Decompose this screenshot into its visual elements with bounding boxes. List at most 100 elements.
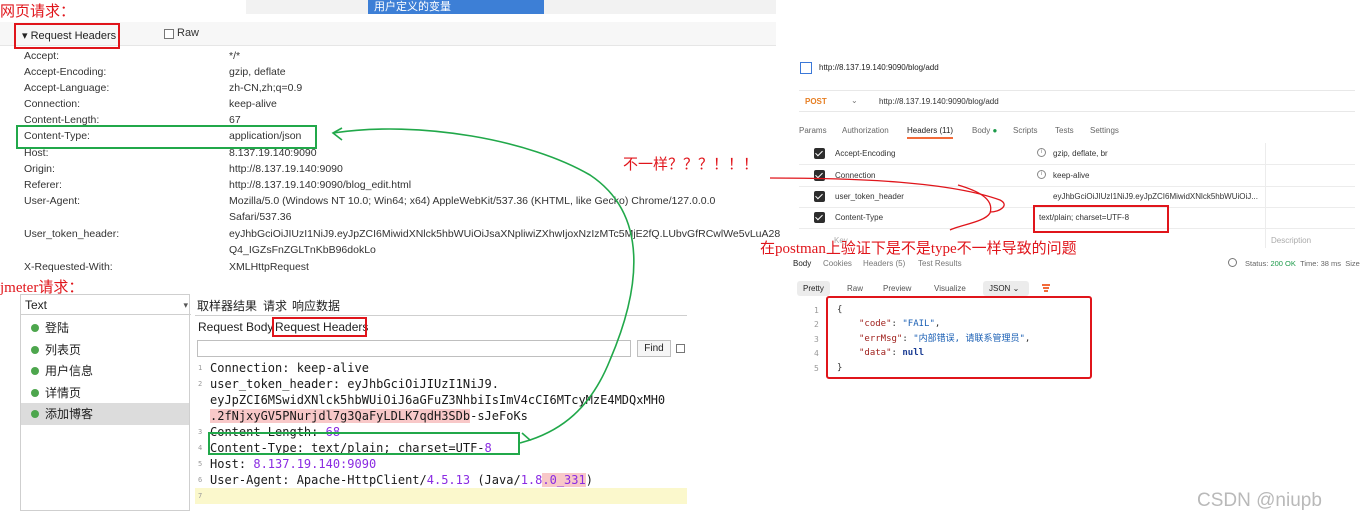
- header-value: eyJhbGciOiJIUzI1NiJ9.eyJpZCI6MiwidXNlck5…: [229, 228, 781, 240]
- tab-tests[interactable]: Tests: [1055, 126, 1074, 135]
- line-number: 2: [198, 380, 203, 388]
- line-number: 5: [198, 460, 203, 468]
- header-value: XMLHttpRequest: [229, 261, 309, 273]
- header-key: User_token_header:: [24, 228, 120, 240]
- method-select[interactable]: POST: [805, 97, 827, 106]
- header-enabled-checkbox[interactable]: [814, 191, 825, 202]
- tab-request[interactable]: 请求: [263, 297, 287, 314]
- line-number: 2: [814, 320, 819, 329]
- info-icon[interactable]: i: [1037, 170, 1046, 179]
- code-text: .2fNjxyGV5PNurjdl7g3QaFyLDLK7qdH3SDb-sJe…: [210, 408, 528, 424]
- success-icon: [31, 367, 39, 375]
- tree-item-list-page[interactable]: 列表页: [21, 339, 189, 361]
- tab-sampler-result[interactable]: 取样器结果: [197, 297, 257, 314]
- tree-item-label: 用户信息: [45, 364, 94, 378]
- tree-item-user-info[interactable]: 用户信息: [21, 360, 189, 382]
- subtab-request-body[interactable]: Request Body: [198, 320, 273, 334]
- raw-button[interactable]: Raw: [841, 281, 869, 296]
- header-value: gzip, deflate: [229, 66, 286, 78]
- request-title[interactable]: http://8.137.19.140:9090/blog/add: [819, 63, 939, 72]
- header-key[interactable]: user_token_header: [835, 192, 904, 201]
- header-key[interactable]: Accept-Encoding: [835, 149, 895, 158]
- header-value: keep-alive: [229, 98, 277, 110]
- tree-item-login[interactable]: 登陆: [21, 317, 189, 339]
- tree-item-label: 列表页: [45, 343, 82, 357]
- code-text: Host: 8.137.19.140:9090: [210, 456, 376, 472]
- header-enabled-checkbox[interactable]: [814, 170, 825, 181]
- code-text: eyJpZCI6MSwidXNlck5hbWUiOiJ6aGFuZ3NhbiIs…: [210, 393, 666, 407]
- code-number: 1.8: [520, 473, 543, 487]
- header-value: http://8.137.19.140:9090/blog_edit.html: [229, 179, 412, 191]
- web-request-annotation: 网页请求：: [0, 4, 76, 20]
- header-enabled-checkbox[interactable]: [814, 148, 825, 159]
- pretty-button[interactable]: Pretty: [797, 281, 830, 296]
- tab-response-data[interactable]: 响应数据: [292, 297, 340, 314]
- jmeter-request-panel: 取样器结果 请求 响应数据 Request Body Request Heade…: [195, 294, 687, 511]
- tree-item-detail-page[interactable]: 详情页: [21, 382, 189, 404]
- line-number: 3: [814, 335, 819, 344]
- search-input[interactable]: [197, 340, 631, 357]
- code-key: Host:: [210, 457, 254, 471]
- jmeter-result-tree: Text ▾ 登陆 列表页 用户信息 详情页 添加博客: [20, 294, 191, 511]
- tab-response-headers[interactable]: Headers (5): [863, 259, 905, 268]
- header-value[interactable]: eyJhbGciOiJIUzI1NiJ9.eyJpZCI6MiwidXNlck5…: [1053, 192, 1258, 201]
- tab-cookies[interactable]: Cookies: [823, 259, 852, 268]
- header-enabled-checkbox[interactable]: [814, 212, 825, 223]
- line-number: 7: [198, 492, 203, 500]
- format-select[interactable]: JSON ⌄: [983, 281, 1029, 296]
- raw-checkbox[interactable]: [164, 29, 174, 39]
- tab-params[interactable]: Params: [799, 126, 827, 135]
- url-input[interactable]: http://8.137.19.140:9090/blog/add: [879, 97, 999, 106]
- code-text: User-Agent: Apache-HttpClient/4.5.13 (Ja…: [210, 472, 593, 488]
- watermark: CSDN @niupb: [1197, 490, 1322, 511]
- line-number: 5: [814, 364, 819, 373]
- header-key: Origin:: [24, 163, 55, 175]
- visualize-button[interactable]: Visualize: [928, 281, 972, 296]
- header-value[interactable]: keep-alive: [1053, 171, 1089, 180]
- case-sensitive-checkbox[interactable]: [676, 344, 685, 353]
- header-key[interactable]: Connection: [835, 171, 875, 180]
- code-key: User-Agent: Apache-HttpClient/: [210, 473, 427, 487]
- chevron-down-icon: ⌄: [1012, 284, 1020, 293]
- renderer-select[interactable]: Text ▾: [21, 295, 191, 315]
- header-key: User-Agent:: [24, 195, 81, 207]
- filter-icon[interactable]: [1039, 282, 1053, 295]
- request-url-bar: POST ⌄ http://8.137.19.140:9090/blog/add: [799, 90, 1355, 112]
- globe-icon[interactable]: [1228, 258, 1237, 267]
- tab-body[interactable]: Body ●: [972, 126, 997, 135]
- header-key[interactable]: Content-Type: [835, 213, 883, 222]
- response-size: Size: [1345, 259, 1360, 268]
- code-text: Connection: keep-alive: [210, 361, 369, 375]
- header-key: X-Requested-With:: [24, 261, 113, 273]
- header-row: Connection i keep-alive: [799, 166, 1355, 187]
- format-select-value: JSON: [989, 284, 1011, 293]
- info-icon[interactable]: i: [1037, 148, 1046, 157]
- header-key: Accept:: [24, 50, 60, 62]
- description-placeholder[interactable]: Description: [1271, 236, 1311, 245]
- code-highlight: .2fNjxyGV5PNurjdl7g3QaFyLDLK7qdH3SDb: [210, 409, 471, 423]
- content-type-highlight-box: [16, 125, 317, 149]
- tab-scripts[interactable]: Scripts: [1013, 126, 1037, 135]
- header-key: Connection:: [24, 98, 81, 110]
- tab-response-body[interactable]: Body: [793, 259, 811, 268]
- header-value[interactable]: gzip, deflate, br: [1053, 149, 1108, 158]
- preview-button[interactable]: Preview: [877, 281, 917, 296]
- find-button[interactable]: Find: [637, 340, 671, 357]
- response-highlight-box: [826, 296, 1092, 379]
- tab-settings[interactable]: Settings: [1090, 126, 1119, 135]
- user-defined-variables-tab[interactable]: 用户定义的变量: [368, 0, 544, 14]
- tab-test-results[interactable]: Test Results: [918, 259, 962, 268]
- request-headers-toggle[interactable]: ▾ Request Headers: [14, 23, 120, 49]
- code-line: 1 Connection: keep-alive: [195, 360, 687, 376]
- header-key: Referer:: [24, 179, 62, 191]
- success-icon: [31, 389, 39, 397]
- tab-authorization[interactable]: Authorization: [842, 126, 889, 135]
- header-value: Mozilla/5.0 (Windows NT 10.0; Win64; x64…: [229, 195, 716, 207]
- code-line: 6 User-Agent: Apache-HttpClient/4.5.13 (J…: [195, 472, 687, 488]
- tab-headers[interactable]: Headers (11): [907, 126, 954, 139]
- header-value: Q4_IGZsFnZGLTnKbB96dokLo: [229, 244, 376, 256]
- code-line: 2 user_token_header: eyJhbGciOiJIUzI1NiJ9…: [195, 376, 687, 392]
- tree-item-add-blog[interactable]: 添加博客: [21, 403, 189, 425]
- raw-label: Raw: [177, 27, 200, 39]
- line-number: 1: [814, 306, 819, 315]
